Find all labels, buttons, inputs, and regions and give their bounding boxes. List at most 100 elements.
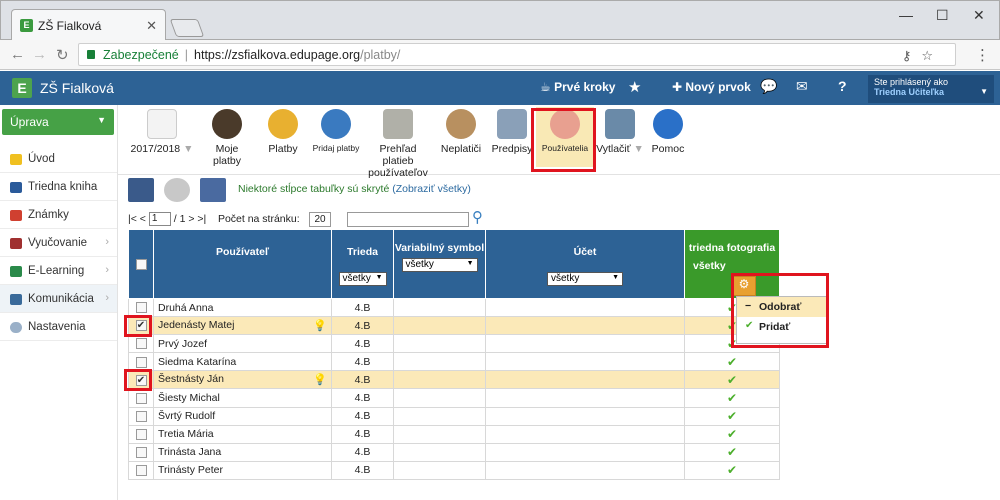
toolbar-label: Pridaj platby xyxy=(312,143,360,153)
pager-total-next[interactable]: / 1 > >| xyxy=(174,213,207,225)
sidebar-item-znamky[interactable]: Známky xyxy=(0,201,117,229)
table-row[interactable]: ✔ Šestnásty Ján 💡 4.B ✔ xyxy=(128,370,780,390)
user-switcher[interactable]: Ste prihlásený ako Triedna Učiteľka ▼ xyxy=(868,75,994,103)
table-row[interactable]: Druhá Anna 4.B ✔ xyxy=(128,297,780,318)
header-user[interactable]: Používateľ xyxy=(153,229,332,299)
row-checkbox[interactable] xyxy=(135,302,147,314)
table-row[interactable]: ✔ Jedenásty Matej 💡 4.B ✔ xyxy=(128,316,780,336)
select-all-checkbox[interactable] xyxy=(135,258,147,270)
uprava-label: Úprava xyxy=(10,115,49,129)
sidebar: Úprava ▼ Úvod Triedna kniha Známky Vyučov… xyxy=(0,105,118,500)
per-page-input[interactable]: 20 xyxy=(309,212,331,227)
table-row[interactable]: Siedma Katarína 4.B ✔ xyxy=(128,352,780,372)
class-cell: 4.B xyxy=(331,334,394,354)
chevron-down-icon: ▼ xyxy=(980,87,988,96)
print-button[interactable]: Vytlačiť ▼ xyxy=(596,109,644,155)
photo-cell[interactable]: ✔ xyxy=(684,460,780,480)
logged-user: Triedna Učiteľka xyxy=(874,87,944,97)
help-button[interactable]: Pomoc xyxy=(648,109,688,155)
minimize-icon[interactable]: — xyxy=(899,7,913,23)
page-select[interactable]: 1 xyxy=(148,212,171,226)
row-checkbox[interactable] xyxy=(135,410,147,422)
table-row[interactable]: Trinásta Jana 4.B ✔ xyxy=(128,442,780,462)
save-icon[interactable] xyxy=(128,178,154,202)
photo-cell[interactable]: ✔ xyxy=(684,370,780,390)
cup-icon: ☕ xyxy=(540,80,555,94)
table-row[interactable]: Šiesty Michal 4.B ✔ xyxy=(128,388,780,408)
new-item-button[interactable]: ✚ Nový prvok xyxy=(672,80,751,94)
varsym-cell xyxy=(393,388,486,408)
my-payments-button[interactable]: Moje platby xyxy=(202,109,252,167)
star-icon[interactable]: ★ xyxy=(628,78,641,96)
maximize-icon[interactable]: ☐ xyxy=(936,7,949,24)
edupage-logo-icon[interactable]: E xyxy=(12,78,32,98)
close-window-icon[interactable]: ✕ xyxy=(973,7,985,24)
debtors-button[interactable]: Neplatiči xyxy=(439,109,483,155)
favicon-icon: E xyxy=(20,19,33,32)
user-name-cell: Jedenásty Matej 💡 xyxy=(153,316,332,336)
photo-cell[interactable]: ✔ xyxy=(684,352,780,372)
class-filter[interactable]: všetky xyxy=(338,272,387,286)
sidebar-item-vyucovanie[interactable]: Vyučovanie › xyxy=(0,229,117,257)
mail-icon[interactable]: ✉ xyxy=(796,78,808,95)
chevron-right-icon: › xyxy=(105,236,109,248)
url-field[interactable]: Zabezpečené | https://zsfialkova.edupage.o… xyxy=(78,43,956,66)
table-row[interactable]: Prvý Jozef 4.B ✔ xyxy=(128,334,780,354)
row-checkbox[interactable] xyxy=(135,392,147,404)
header-class[interactable]: Trieda všetky xyxy=(331,229,394,299)
row-checkbox[interactable] xyxy=(135,428,147,440)
first-steps-button[interactable]: ☕ Prvé kroky xyxy=(540,80,615,94)
row-checkbox[interactable] xyxy=(135,338,147,350)
table-row[interactable]: Tretia Mária 4.B ✔ xyxy=(128,424,780,444)
row-checkbox[interactable] xyxy=(135,447,147,459)
select-all-cell xyxy=(128,229,154,299)
payments-overview-button[interactable]: Prehľad platieb používateľov xyxy=(365,109,431,179)
lightbulb-icon: 💡 xyxy=(313,374,327,387)
photo-cell[interactable]: ✔ xyxy=(684,406,780,426)
sidebar-item-triedna-kniha[interactable]: Triedna kniha xyxy=(0,173,117,201)
table-columns-icon[interactable] xyxy=(200,178,226,202)
back-icon[interactable]: ← xyxy=(10,46,25,63)
varsym-cell xyxy=(393,424,486,444)
photo-cell[interactable]: ✔ xyxy=(684,388,780,408)
show-all-link[interactable]: (Zobraziť všetky) xyxy=(392,183,471,195)
sidebar-item-elearning[interactable]: E-Learning › xyxy=(0,257,117,285)
header-varsym[interactable]: Variabilný symbol všetky xyxy=(393,229,486,299)
table-row[interactable]: Trinásty Peter 4.B ✔ xyxy=(128,460,780,480)
help-icon[interactable]: ? xyxy=(838,78,847,94)
search-input[interactable] xyxy=(347,212,469,227)
browser-menu-icon[interactable]: ⋮ xyxy=(975,46,990,64)
forward-icon[interactable]: → xyxy=(32,46,47,63)
header-account[interactable]: Účet všetky xyxy=(485,229,685,299)
key-star-icons[interactable]: ⚷☆ xyxy=(902,48,943,64)
sidebar-item-nastavenia[interactable]: Nastavenia xyxy=(0,313,117,341)
photo-filter[interactable]: všetky xyxy=(685,260,779,272)
browser-titlebar: E ZŠ Fialková ✕ — ☐ ✕ xyxy=(0,0,1000,41)
chat-icon[interactable]: 💬 xyxy=(760,78,777,95)
row-checkbox[interactable] xyxy=(135,356,147,368)
browser-tab[interactable]: E ZŠ Fialková ✕ xyxy=(11,9,166,41)
prescriptions-button[interactable]: Predpisy xyxy=(490,109,534,155)
year-selector[interactable]: 2017/2018 ▼ xyxy=(122,109,202,155)
new-tab-button[interactable] xyxy=(169,19,205,37)
school-title[interactable]: ZŠ Fialková xyxy=(40,80,114,96)
table-row[interactable]: Švrtý Rudolf 4.B ✔ xyxy=(128,406,780,426)
lightbulb-icon: 💡 xyxy=(313,320,327,333)
reload-icon[interactable]: ↻ xyxy=(56,46,69,64)
sidebar-item-komunikacia[interactable]: Komunikácia › xyxy=(0,285,117,313)
photo-cell[interactable]: ✔ xyxy=(684,424,780,444)
sidebar-item-uvod[interactable]: Úvod xyxy=(0,145,117,173)
hidden-columns-info: Niektoré stĺpce tabuľky sú skryté (Zobra… xyxy=(238,183,471,195)
photo-cell[interactable]: ✔ xyxy=(684,442,780,462)
close-tab-icon[interactable]: ✕ xyxy=(146,18,157,34)
gear-icon[interactable] xyxy=(164,178,190,202)
pager-first-prev[interactable]: |< < xyxy=(128,213,146,225)
account-filter[interactable]: všetky xyxy=(547,272,623,286)
search-icon[interactable]: ⚲ xyxy=(472,208,483,226)
payments-button[interactable]: Platby xyxy=(263,109,303,155)
add-payments-button[interactable]: Pridaj platby xyxy=(310,109,362,153)
highlight-popup xyxy=(731,273,829,348)
varsym-filter[interactable]: všetky xyxy=(401,258,478,272)
uprava-button[interactable]: Úprava ▼ xyxy=(2,109,114,135)
row-checkbox[interactable] xyxy=(135,465,147,477)
